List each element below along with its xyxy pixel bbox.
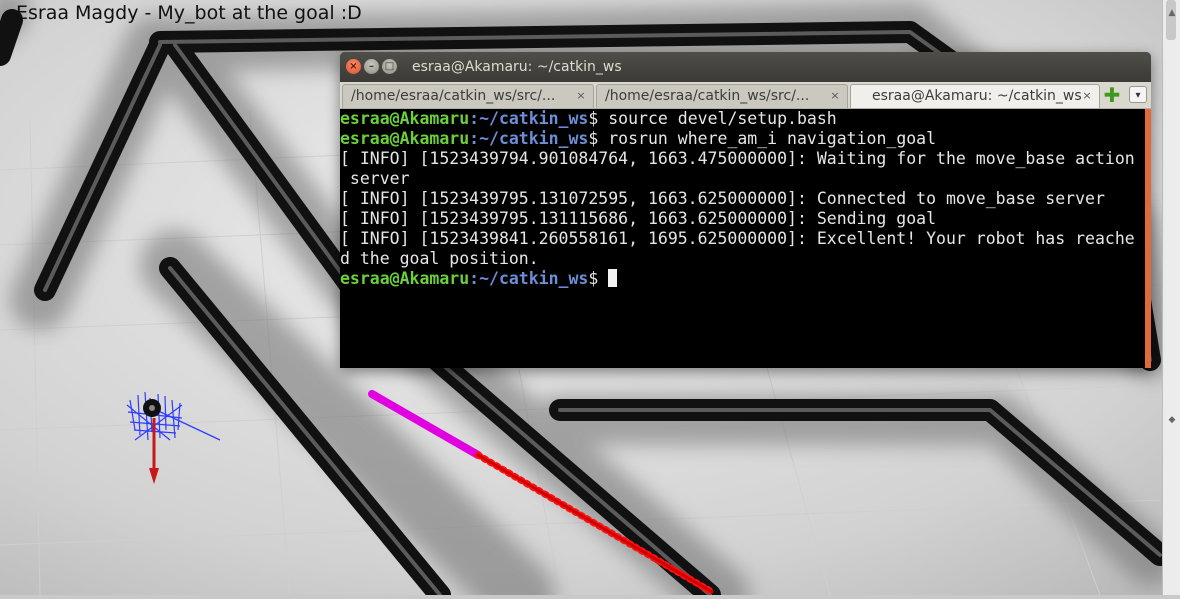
- close-icon[interactable]: ×: [346, 59, 361, 74]
- command-text: rosrun where_am_i navigation_goal: [608, 129, 937, 148]
- prompt-line: esraa@Akamaru:~/catkin_ws$ rosrun where_…: [340, 129, 1144, 149]
- output-line: d the goal position.: [340, 249, 539, 268]
- prompt-user: esraa@Akamaru: [340, 129, 470, 148]
- output-line: server: [340, 169, 410, 188]
- prompt-path: :~/catkin_ws: [469, 269, 589, 288]
- text-cursor: [608, 269, 618, 287]
- prompt-symbol: $: [588, 129, 609, 148]
- scroll-up-icon[interactable]: ▲: [1166, 8, 1178, 18]
- window-titlebar[interactable]: × – □ esraa@Akamaru: ~/catkin_ws: [340, 52, 1151, 82]
- close-icon[interactable]: ×: [575, 90, 587, 102]
- scroll-mid-icon[interactable]: ◆: [1166, 415, 1178, 425]
- output-line: [ INFO] [1523439794.901084764, 1663.4750…: [340, 149, 1135, 168]
- prompt-user: esraa@Akamaru: [340, 109, 470, 128]
- tab-2[interactable]: /home/esraa/catkin_ws/src/... ×: [596, 84, 848, 108]
- close-icon[interactable]: ×: [829, 90, 841, 102]
- maximize-icon[interactable]: □: [382, 59, 397, 74]
- scrollbar-thumb[interactable]: [1166, 0, 1176, 40]
- output-line: [ INFO] [1523439795.131115686, 1663.6250…: [340, 209, 937, 228]
- output-line: [ INFO] [1523439795.131072595, 1663.6250…: [340, 189, 1105, 208]
- scrollbar-thumb[interactable]: [1145, 109, 1151, 368]
- prompt-path: :~/catkin_ws: [469, 109, 589, 128]
- window-title: esraa@Akamaru: ~/catkin_ws: [412, 59, 622, 75]
- plus-icon[interactable]: ✚: [1103, 85, 1121, 105]
- tab-label: esraa@Akamaru: ~/catkin_ws: [872, 88, 1082, 104]
- tab-bar: /home/esraa/catkin_ws/src/... × /home/es…: [340, 82, 1151, 109]
- overlay-caption: Esraa Magdy - My_bot at the goal :D: [16, 2, 362, 24]
- tab-3-active[interactable]: esraa@Akamaru: ~/catkin_ws ×: [850, 84, 1100, 108]
- command-text: source devel/setup.bash: [608, 109, 837, 128]
- tab-label: /home/esraa/catkin_ws/src/...: [605, 88, 810, 104]
- terminal-output[interactable]: esraa@Akamaru:~/catkin_ws$ source devel/…: [340, 109, 1144, 368]
- prompt-line: esraa@Akamaru:~/catkin_ws$: [340, 269, 1144, 289]
- tab-1[interactable]: /home/esraa/catkin_ws/src/... ×: [342, 84, 594, 108]
- prompt-symbol: $: [588, 269, 609, 288]
- prompt-path: :~/catkin_ws: [469, 129, 589, 148]
- prompt-line: esraa@Akamaru:~/catkin_ws$ source devel/…: [340, 109, 1144, 129]
- output-line: [ INFO] [1523439841.260558161, 1695.6250…: [340, 229, 1135, 248]
- viewport-scrollbar[interactable]: ▲ ◆: [1162, 0, 1180, 595]
- minimize-icon[interactable]: –: [364, 59, 379, 74]
- terminal-scrollbar[interactable]: [1145, 109, 1151, 368]
- close-icon[interactable]: ×: [1081, 90, 1093, 102]
- prompt-user: esraa@Akamaru: [340, 269, 470, 288]
- chevron-down-icon[interactable]: ▾: [1129, 86, 1147, 103]
- terminal-window[interactable]: × – □ esraa@Akamaru: ~/catkin_ws /home/e…: [340, 52, 1151, 368]
- prompt-symbol: $: [588, 109, 609, 128]
- tab-label: /home/esraa/catkin_ws/src/...: [351, 88, 556, 104]
